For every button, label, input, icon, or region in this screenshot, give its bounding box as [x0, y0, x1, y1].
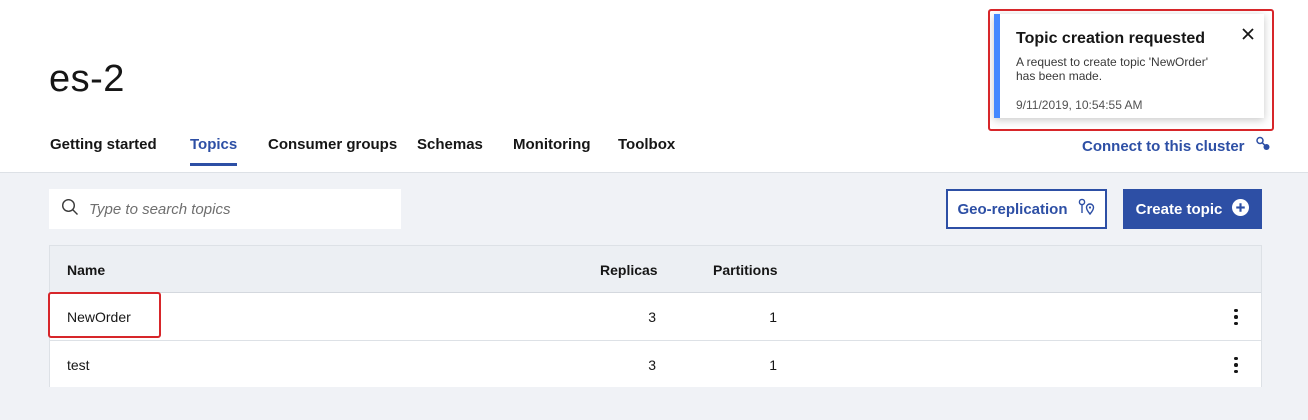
topic-name-cell[interactable]: test [67, 357, 90, 373]
geo-replication-button[interactable]: Geo-replication [946, 189, 1107, 229]
create-topic-label: Create topic [1135, 200, 1223, 218]
geo-replication-label: Geo-replication [957, 200, 1068, 218]
partitions-cell: 1 [769, 309, 777, 325]
annotation-highlight-toast [988, 9, 1274, 131]
partitions-cell: 1 [769, 357, 777, 373]
geo-replication-icon [1078, 198, 1096, 220]
search-icon [61, 198, 79, 221]
connect-to-cluster-link[interactable]: Connect to this cluster [1082, 136, 1271, 156]
add-circle-icon [1232, 198, 1250, 220]
column-header-partitions[interactable]: Partitions [713, 262, 778, 278]
table-header: Name Replicas Partitions [50, 246, 1261, 293]
replicas-cell: 3 [648, 309, 656, 325]
overflow-menu-icon[interactable] [1226, 354, 1246, 376]
page-title: es-2 [49, 58, 125, 100]
tab-monitoring[interactable]: Monitoring [513, 136, 590, 163]
tab-schemas[interactable]: Schemas [417, 136, 483, 163]
topics-table: Name Replicas Partitions NewOrder 3 1 te… [49, 245, 1262, 387]
tab-toolbox[interactable]: Toolbox [618, 136, 675, 163]
tab-getting-started[interactable]: Getting started [50, 136, 157, 163]
connect-label: Connect to this cluster [1082, 137, 1245, 155]
overflow-menu-icon[interactable] [1226, 306, 1246, 328]
column-header-replicas[interactable]: Replicas [600, 262, 658, 278]
tab-consumer-groups[interactable]: Consumer groups [268, 136, 397, 163]
table-row[interactable]: test 3 1 [50, 340, 1261, 387]
search-box[interactable] [49, 189, 401, 229]
replicas-cell: 3 [648, 357, 656, 373]
tab-topics[interactable]: Topics [190, 136, 238, 166]
annotation-highlight-neworder [48, 292, 161, 338]
connect-icon [1255, 136, 1271, 156]
table-row[interactable]: NewOrder 3 1 [50, 293, 1261, 340]
create-topic-button[interactable]: Create topic [1123, 189, 1262, 229]
search-input[interactable] [89, 200, 379, 218]
column-header-name[interactable]: Name [67, 262, 105, 278]
